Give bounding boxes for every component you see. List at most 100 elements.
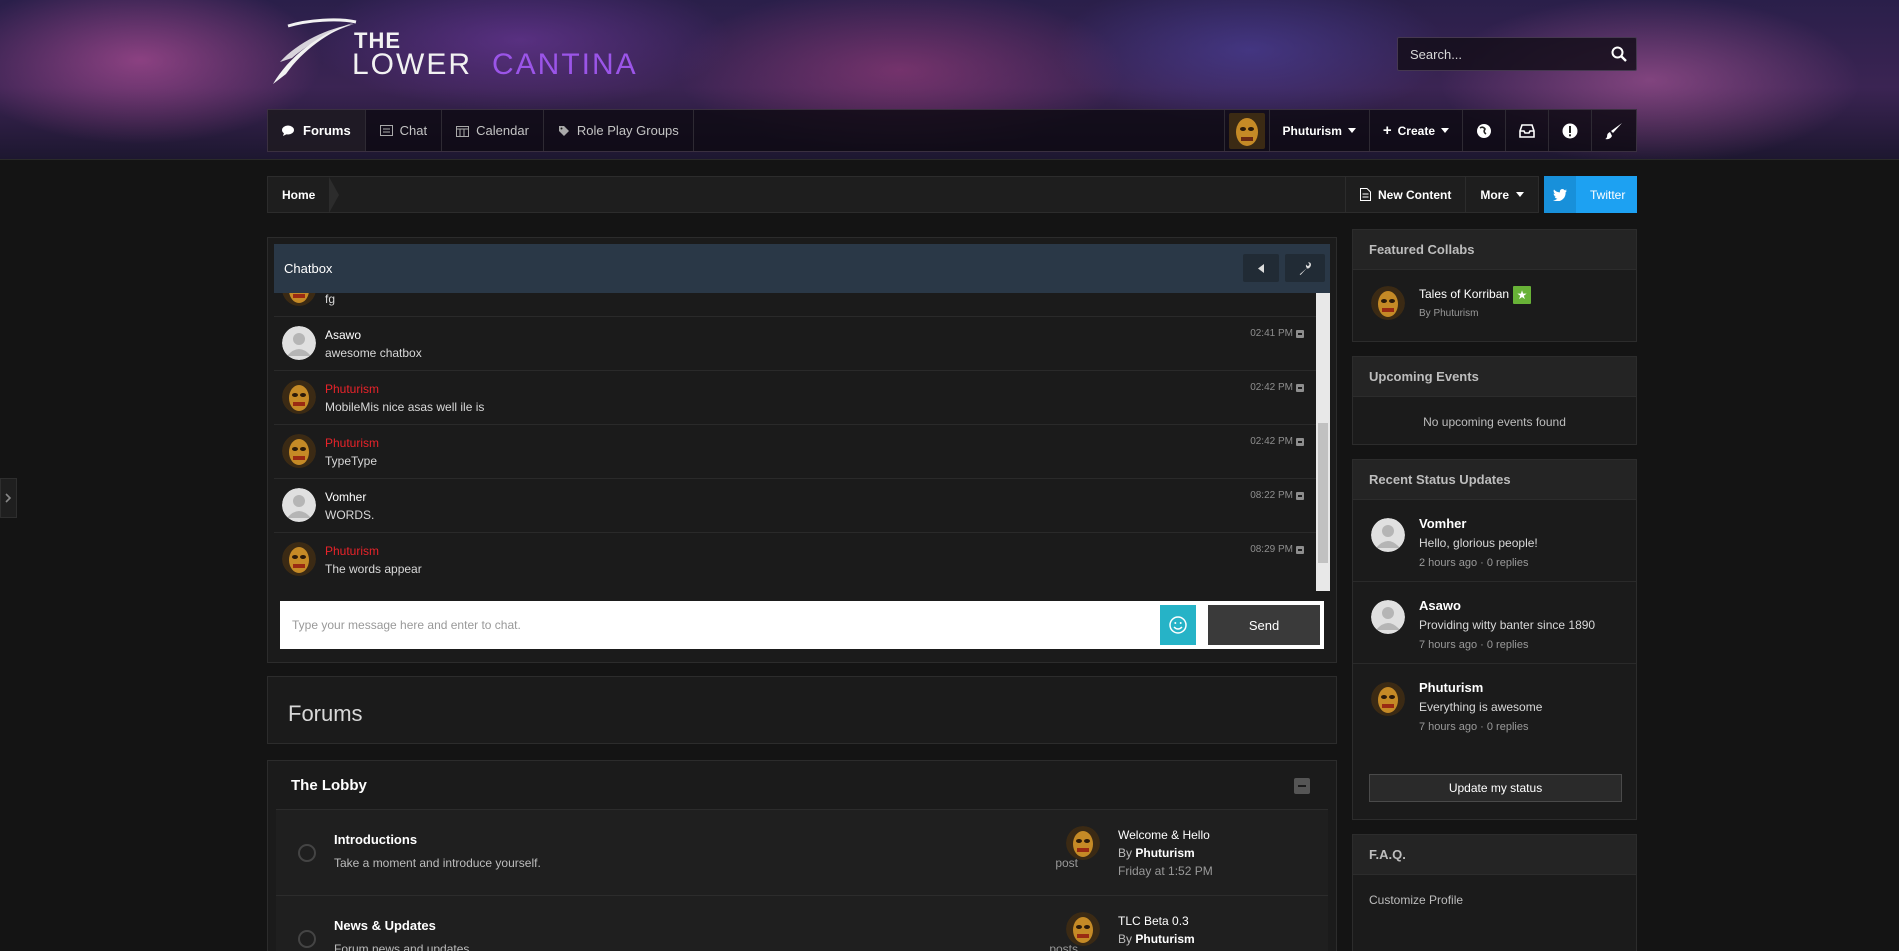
star-icon: ★: [1513, 286, 1532, 304]
faq-widget: F.A.Q. Customize Profile: [1352, 834, 1637, 951]
avatar[interactable]: [1371, 518, 1405, 552]
chatbox-collapse-button[interactable]: [1243, 254, 1279, 282]
avatar: [282, 434, 316, 468]
featured-item-author: By Phuturism: [1419, 308, 1479, 319]
user-nav: Phuturism + Create: [1223, 110, 1636, 151]
chat-message: Asawo awesome chatbox 02:41 PM: [274, 317, 1316, 371]
status-meta[interactable]: 2 hours ago · 0 replies: [1419, 557, 1528, 569]
minus-icon[interactable]: [1296, 491, 1304, 500]
chat-username[interactable]: Phuturism: [325, 544, 379, 558]
globe-button[interactable]: [1462, 110, 1505, 151]
inbox-button[interactable]: [1505, 110, 1548, 151]
status-meta[interactable]: 7 hours ago · 0 replies: [1419, 639, 1528, 651]
nav-calendar[interactable]: Calendar: [442, 110, 544, 151]
forum-title-link[interactable]: News & Updates: [334, 918, 436, 933]
forum-title-link[interactable]: Introductions: [334, 832, 417, 847]
post-count: 1: [976, 832, 1078, 852]
chat-username[interactable]: Asawo: [325, 328, 361, 342]
breadcrumb-home[interactable]: Home: [268, 177, 340, 213]
minus-icon[interactable]: [1296, 437, 1304, 446]
avatar: [282, 542, 316, 576]
chat-username[interactable]: Vomher: [325, 490, 366, 504]
last-post-user[interactable]: Phuturism: [1135, 932, 1194, 946]
chatbox-title: Chatbox: [284, 261, 333, 276]
featured-collabs-widget: Featured Collabs Tales of Korriban ★ By P…: [1352, 229, 1637, 342]
avatar: [282, 380, 316, 414]
chat-message-input[interactable]: [280, 601, 1160, 649]
sidebar-toggle[interactable]: [0, 478, 17, 518]
last-post-title[interactable]: TLC Beta 0.3: [1118, 914, 1189, 928]
chat-username[interactable]: Phuturism: [325, 436, 379, 450]
nav-chat[interactable]: Chat: [366, 110, 443, 151]
more-menu[interactable]: More: [1465, 177, 1538, 212]
twitter-icon: [1544, 176, 1576, 213]
chatbox-header: Chatbox: [274, 244, 1330, 293]
chat-timestamp: 02:42 PM: [1250, 382, 1304, 393]
chat-message-list[interactable]: fg Asawo awesome chatbox 02:41 PM Phutur…: [274, 293, 1316, 591]
avatar: [1228, 112, 1265, 149]
chat-message: Phuturism MobileMis nice asas well ile i…: [274, 371, 1316, 425]
chevron-down-icon: [1441, 128, 1449, 133]
last-post-author: By Phuturism: [1118, 846, 1195, 860]
chat-text: The words appear: [325, 562, 422, 576]
user-avatar-link[interactable]: [1223, 110, 1269, 151]
post-count-label: post: [1055, 856, 1078, 870]
scrollbar-thumb[interactable]: [1318, 423, 1328, 563]
minus-icon[interactable]: [1296, 545, 1304, 554]
search-input[interactable]: [1398, 46, 1602, 62]
minus-icon[interactable]: [1296, 383, 1304, 392]
avatar[interactable]: [1066, 912, 1100, 946]
breadcrumb: Home New Content More: [267, 176, 1539, 213]
chat-username[interactable]: Phuturism: [325, 382, 379, 396]
last-post-author: By Phuturism: [1118, 932, 1195, 946]
chat-message: Phuturism TypeType 02:42 PM: [274, 425, 1316, 479]
avatar[interactable]: [1066, 826, 1100, 860]
twitter-label: Twitter: [1590, 187, 1626, 202]
send-button[interactable]: Send: [1208, 605, 1320, 645]
chat-time: 08:22 PM: [1250, 490, 1293, 501]
chat-text: TypeType: [325, 454, 378, 468]
update-status-button[interactable]: Update my status: [1369, 774, 1622, 802]
user-menu[interactable]: Phuturism: [1268, 110, 1369, 151]
featured-item-link[interactable]: Tales of Korriban ★: [1419, 286, 1532, 304]
faq-link[interactable]: Customize Profile: [1353, 875, 1636, 907]
forum-read-icon: [298, 930, 316, 948]
upcoming-events-widget: Upcoming Events No upcoming events found: [1352, 356, 1637, 445]
nav-role-play-groups[interactable]: Role Play Groups: [544, 110, 694, 151]
collapse-category-icon[interactable]: [1294, 778, 1310, 794]
status-meta[interactable]: 7 hours ago · 0 replies: [1419, 721, 1528, 733]
forum-description: Forum news and updates.: [334, 942, 473, 951]
status-item: Phuturism Everything is awesome 7 hours …: [1353, 664, 1636, 746]
chatbox: Chatbox fg Asawo awesome chatbox 02:41 P…: [267, 237, 1337, 663]
emoji-button[interactable]: [1160, 605, 1196, 645]
arrow-left-icon: [1257, 263, 1264, 273]
status-text: Everything is awesome: [1419, 700, 1543, 714]
status-item: Vomher Hello, glorious people! 2 hours a…: [1353, 500, 1636, 582]
site-logo[interactable]: THE LOWER CANTINA: [268, 18, 668, 88]
new-content-link[interactable]: New Content: [1344, 177, 1465, 212]
chat-scrollbar[interactable]: [1316, 293, 1330, 591]
minus-icon[interactable]: [1296, 329, 1304, 338]
last-post-title[interactable]: Welcome & Hello: [1118, 828, 1210, 842]
status-text: Hello, glorious people!: [1419, 536, 1538, 550]
avatar: [282, 326, 316, 360]
status-author[interactable]: Vomher: [1419, 516, 1466, 531]
chevron-down-icon: [1516, 192, 1524, 197]
nav-forums[interactable]: Forums: [268, 110, 366, 151]
avatar[interactable]: [1371, 286, 1405, 320]
avatar[interactable]: [1371, 682, 1405, 716]
status-author[interactable]: Asawo: [1419, 598, 1461, 613]
notifications-button[interactable]: [1548, 110, 1591, 151]
search-icon[interactable]: [1602, 37, 1636, 71]
chat-message: fg: [274, 293, 1316, 317]
theme-button[interactable]: [1591, 110, 1636, 151]
create-menu[interactable]: + Create: [1368, 110, 1462, 151]
forum-category: The Lobby Introductions Take a moment an…: [267, 760, 1337, 951]
last-post-user[interactable]: Phuturism: [1135, 846, 1194, 860]
status-author[interactable]: Phuturism: [1419, 680, 1483, 695]
avatar[interactable]: [1371, 600, 1405, 634]
nav-calendar-label: Calendar: [476, 123, 529, 138]
category-title[interactable]: The Lobby: [268, 761, 1336, 809]
chatbox-settings-button[interactable]: [1285, 254, 1325, 282]
twitter-button[interactable]: Twitter: [1544, 176, 1637, 213]
